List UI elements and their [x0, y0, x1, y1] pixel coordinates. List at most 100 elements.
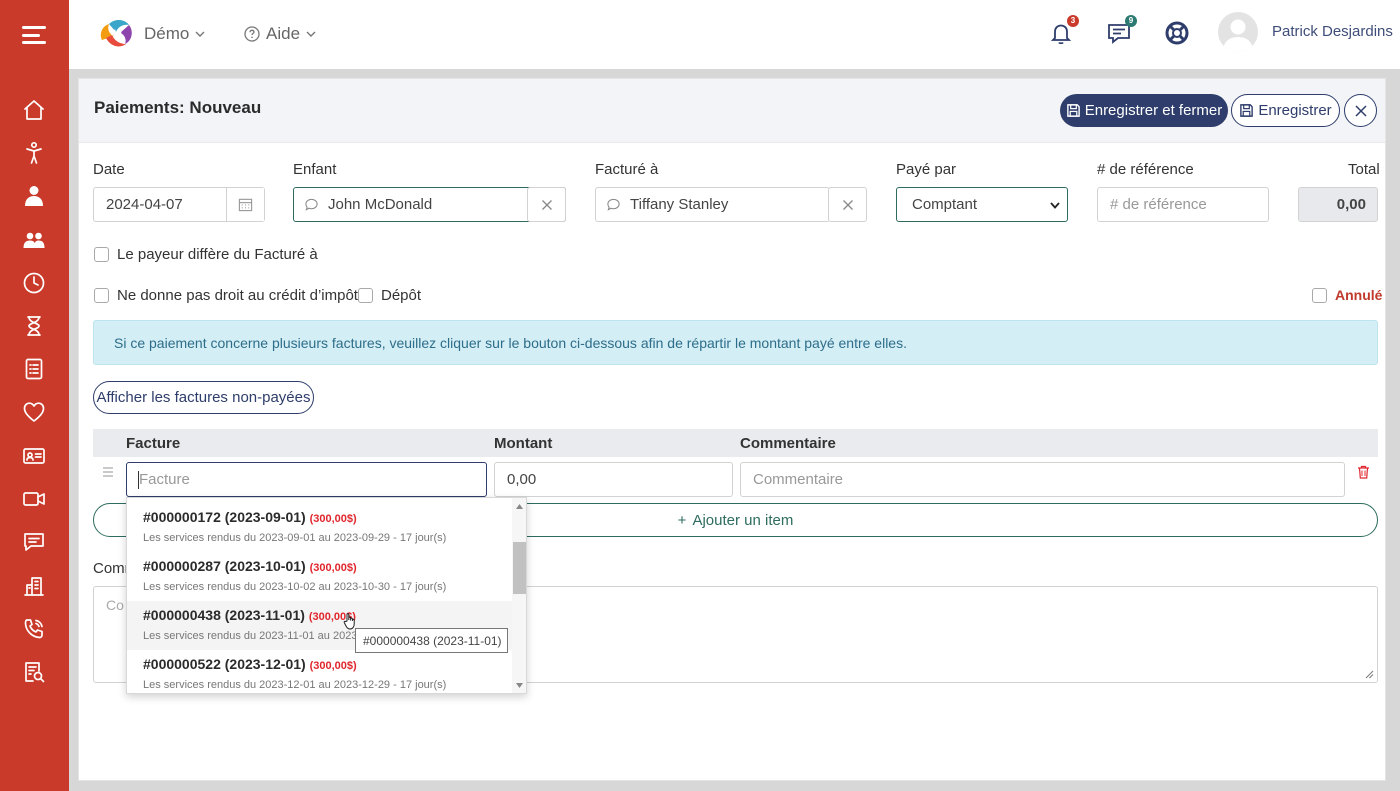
- dropdown-option[interactable]: #000000522 (2023-12-01) (300,00$) Les se…: [127, 650, 512, 693]
- phone-icon[interactable]: [22, 617, 46, 641]
- heart-icon[interactable]: [22, 400, 46, 424]
- app-menu-label: Démo: [144, 24, 190, 43]
- dropdown-option[interactable]: #000000287 (2023-10-01) (300,00$) Les se…: [127, 552, 512, 601]
- info-text: Si ce paiement concerne plusieurs factur…: [114, 334, 907, 351]
- date-label: Date: [93, 161, 125, 178]
- deposit-checkbox[interactable]: [358, 288, 373, 303]
- close-icon: [1354, 104, 1367, 117]
- child-select[interactable]: John McDonald: [293, 187, 566, 222]
- comment-input[interactable]: Commentaire: [740, 462, 1345, 497]
- search-bubble-icon: [305, 198, 318, 211]
- home-icon[interactable]: [22, 98, 46, 122]
- messages-icon[interactable]: 9: [1106, 15, 1137, 46]
- building-icon[interactable]: [22, 574, 46, 598]
- date-value: 2024-04-07: [106, 196, 183, 213]
- calendar-button[interactable]: [226, 188, 264, 221]
- messages-badge: 9: [1125, 15, 1137, 27]
- option-amount: (300,00$): [309, 660, 357, 672]
- cancelled-label: Annulé: [1335, 287, 1383, 303]
- chevron-down-icon: [195, 31, 205, 37]
- bell-icon[interactable]: 3: [1048, 15, 1079, 46]
- report-icon[interactable]: [22, 660, 46, 684]
- show-unpaid-label: Afficher les factures non-payées: [96, 389, 311, 406]
- app-logo[interactable]: [97, 16, 137, 52]
- save-button[interactable]: Enregistrer: [1231, 94, 1340, 127]
- clock-icon[interactable]: [22, 271, 46, 295]
- chevron-down-icon: [1050, 201, 1060, 209]
- scroll-up-icon[interactable]: [516, 504, 523, 509]
- menu-toggle-icon[interactable]: [22, 26, 46, 44]
- scroll-down-icon[interactable]: [516, 683, 523, 688]
- plus-icon: +: [677, 511, 687, 529]
- id-card-icon[interactable]: [22, 444, 46, 468]
- page-title: Paiements: Nouveau: [94, 98, 262, 117]
- hourglass-icon[interactable]: [22, 314, 46, 338]
- option-tooltip: #000000438 (2023-11-01): [355, 628, 508, 653]
- save-and-close-button[interactable]: Enregistrer et fermer: [1060, 94, 1228, 127]
- dropdown-option[interactable]: #000000172 (2023-09-01) (300,00$) Les se…: [127, 503, 512, 552]
- option-title: #000000522 (2023-12-01): [143, 656, 306, 672]
- total-field: 0,00: [1298, 187, 1378, 222]
- billed-to-label: Facturé à: [595, 161, 659, 178]
- child-label: Enfant: [293, 161, 337, 178]
- clear-billed-button[interactable]: [828, 187, 867, 222]
- app-menu[interactable]: Démo: [144, 24, 205, 44]
- reference-label: # de référence: [1097, 161, 1194, 178]
- billed-to-select[interactable]: Tiffany Stanley: [595, 187, 830, 222]
- amount-value: 0,00: [507, 471, 537, 488]
- video-icon[interactable]: [22, 487, 46, 511]
- paid-by-label: Payé par: [896, 161, 957, 178]
- dropdown-scrollbar[interactable]: [512, 498, 526, 693]
- scroll-thumb[interactable]: [513, 542, 526, 594]
- total-value: 0,00: [1336, 196, 1366, 213]
- option-description: Les services rendus du 2023-09-01 au 202…: [143, 532, 447, 544]
- no-tax-credit-checkbox[interactable]: [94, 288, 109, 303]
- support-lifebuoy-icon[interactable]: [1164, 20, 1190, 46]
- option-amount: (300,00$): [309, 513, 357, 525]
- notifications-badge: 3: [1067, 15, 1079, 27]
- help-circle-icon: [244, 26, 260, 42]
- billed-to-value: Tiffany Stanley: [630, 196, 729, 213]
- cancelled-checkbox[interactable]: [1312, 288, 1327, 303]
- user-name[interactable]: Patrick Desjardins: [1272, 23, 1393, 40]
- close-button[interactable]: [1344, 94, 1377, 127]
- save-label: Enregistrer: [1258, 102, 1332, 119]
- no-tax-credit-label: Ne donne pas droit au crédit d’impôt: [117, 287, 358, 304]
- search-bubble-icon: [607, 198, 620, 211]
- child-icon[interactable]: [22, 141, 46, 165]
- option-description: Les services rendus du 2023-10-02 au 202…: [143, 581, 447, 593]
- invoice-input[interactable]: Facture: [126, 462, 487, 497]
- option-title: #000000287 (2023-10-01): [143, 558, 306, 574]
- help-menu-label: Aide: [266, 24, 301, 43]
- payer-differs-checkbox[interactable]: [94, 247, 109, 262]
- staff-icon[interactable]: [22, 184, 46, 208]
- option-title: #000000172 (2023-09-01): [143, 509, 306, 525]
- invoice-icon[interactable]: [22, 357, 46, 381]
- paid-by-select[interactable]: Comptant: [896, 187, 1068, 222]
- chat-icon[interactable]: [22, 530, 46, 554]
- drag-handle-icon[interactable]: [101, 465, 115, 477]
- user-avatar[interactable]: [1218, 12, 1258, 52]
- date-field[interactable]: 2024-04-07: [93, 187, 265, 222]
- reference-input[interactable]: # de référence: [1097, 187, 1269, 222]
- comment-textarea-placeholder: Co: [106, 597, 124, 613]
- info-alert: Si ce paiement concerne plusieurs factur…: [93, 320, 1378, 365]
- resize-handle-icon[interactable]: [1365, 670, 1374, 679]
- clear-icon: [842, 199, 853, 210]
- option-title: #000000438 (2023-11-01): [143, 607, 305, 623]
- child-value: John McDonald: [328, 196, 433, 213]
- items-table-header: Facture Montant Commentaire: [93, 429, 1378, 457]
- reference-placeholder: # de référence: [1110, 196, 1207, 213]
- comment-placeholder: Commentaire: [753, 471, 844, 488]
- payer-differs-label: Le payeur diffère du Facturé à: [117, 246, 318, 263]
- clear-child-button[interactable]: [527, 187, 566, 222]
- clear-icon: [541, 199, 552, 210]
- help-menu[interactable]: Aide: [244, 24, 316, 44]
- add-item-label: Ajouter un item: [692, 511, 794, 529]
- header-invoice: Facture: [126, 435, 181, 452]
- show-unpaid-invoices-button[interactable]: Afficher les factures non-payées: [93, 381, 314, 414]
- amount-input[interactable]: 0,00: [494, 462, 733, 497]
- delete-row-icon[interactable]: [1357, 465, 1370, 479]
- option-description: Les services rendus du 2023-11-01 au 202…: [143, 630, 358, 642]
- group-icon[interactable]: [22, 228, 46, 252]
